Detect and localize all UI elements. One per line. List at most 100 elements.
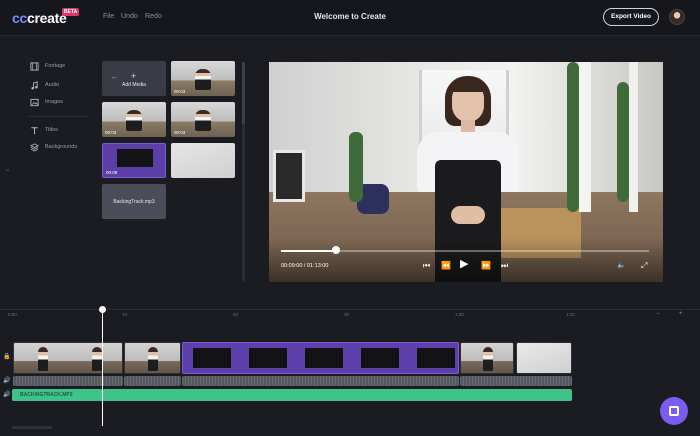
sidebar-item-label: Titles <box>45 127 58 133</box>
video-preview[interactable]: 00:09:00 / 01:13:00 ⏮ ⏪ ▶ ⏩ ⏭ 🔈 ⤢ <box>269 62 663 282</box>
layers-icon <box>30 142 39 152</box>
presenter-bangs <box>449 80 487 92</box>
logo-text: create <box>26 10 67 26</box>
presenter-hands <box>451 206 485 224</box>
clip-frame-figure <box>92 347 102 371</box>
logo-prefix: cc <box>12 10 27 26</box>
media-tile-video-3[interactable]: 00:03 <box>171 102 235 137</box>
speaker-icon[interactable]: 🔊 <box>3 377 10 384</box>
audio-track-label: BACKINGTRACK.MP3 <box>20 392 73 398</box>
media-tile-video-1[interactable]: 00:03 <box>171 61 235 96</box>
menu-redo[interactable]: Redo <box>145 13 162 20</box>
sidebar-item-label: Images <box>45 99 64 105</box>
tile-duration: 00:03 <box>174 130 186 135</box>
tile-duration: 00:03 <box>105 130 117 135</box>
thumbnail-figure <box>195 68 211 90</box>
text-icon <box>30 126 39 135</box>
media-tile-video-2[interactable]: 00:03 <box>102 102 166 137</box>
playhead[interactable] <box>102 310 103 426</box>
top-bar: cccreate BETA File Undo Redo Welcome to … <box>0 0 700 36</box>
scene-plant <box>349 132 363 202</box>
app-logo[interactable]: cccreate <box>12 10 67 26</box>
skip-start-icon[interactable]: ⏮ <box>423 261 430 271</box>
music-note-icon <box>30 80 39 90</box>
menu-undo[interactable]: Undo <box>121 13 138 20</box>
beta-badge: BETA <box>62 8 80 16</box>
media-tile-title[interactable]: 00:08 <box>102 143 166 178</box>
collapse-sidebar-icon[interactable]: « <box>6 168 9 174</box>
ruler-tick: 30 <box>344 312 350 317</box>
tile-duration: 00:08 <box>106 170 118 175</box>
film-icon <box>30 61 39 71</box>
sidebar-item-images[interactable]: Images <box>30 96 63 108</box>
add-media-button[interactable]: ← + Add Media <box>102 61 166 96</box>
title-preview <box>117 149 153 167</box>
ruler-tick: 1:00 <box>455 312 464 317</box>
title-frame <box>361 348 399 368</box>
title-frame <box>193 348 231 368</box>
timeline-scrollbar[interactable] <box>12 426 52 429</box>
title-frame <box>417 348 455 368</box>
sidebar-item-label: Backgrounds <box>45 144 78 150</box>
scene-plant <box>617 82 629 202</box>
timeline-clip-video[interactable] <box>13 342 123 374</box>
thumbnail-figure <box>195 109 211 131</box>
rewind-icon[interactable]: ⏪ <box>441 261 451 271</box>
add-media-label: Add Media <box>122 82 146 88</box>
chat-support-button[interactable] <box>660 397 688 425</box>
scene-pillar <box>629 62 638 212</box>
fast-forward-icon[interactable]: ⏩ <box>481 261 491 271</box>
sidebar-item-label: Footage <box>45 63 66 69</box>
sidebar-item-titles[interactable]: Titles <box>30 124 58 136</box>
clip-frame-figure <box>483 347 493 371</box>
thumbnail-figure <box>126 109 142 131</box>
ruler-tick: 10 <box>122 312 128 317</box>
scene-picture-frame <box>273 150 305 202</box>
avatar[interactable] <box>669 9 685 25</box>
sidebar-item-label: Audio <box>45 82 60 88</box>
media-scrollbar[interactable] <box>242 62 245 282</box>
clip-audio-waveform[interactable] <box>124 376 181 386</box>
media-tile-audio[interactable]: BackingTrack.mp3 <box>102 184 166 219</box>
timeline-clip-video[interactable] <box>460 342 514 374</box>
scene-plant <box>567 62 579 212</box>
clip-audio-waveform[interactable] <box>460 376 572 386</box>
menu-file[interactable]: File <box>103 13 114 20</box>
plus-icon: + <box>131 71 137 81</box>
scene-pillar <box>579 62 591 212</box>
ruler-tick: 1:10 <box>566 312 575 317</box>
speaker-icon[interactable]: 🔊 <box>3 391 10 398</box>
clip-frame-figure <box>38 347 48 371</box>
title-frame <box>249 348 287 368</box>
fullscreen-icon[interactable]: ⤢ <box>641 261 647 271</box>
tile-duration: 00:03 <box>174 89 186 94</box>
timeline-clip-image[interactable] <box>516 342 572 374</box>
timeline-audio-track[interactable]: BACKINGTRACK.MP3 <box>12 389 572 401</box>
export-video-button[interactable]: Export Video <box>603 8 659 26</box>
timeline-clip-title[interactable] <box>182 342 459 374</box>
sidebar-divider <box>28 116 88 117</box>
sidebar-item-backgrounds[interactable]: Backgrounds <box>30 141 77 153</box>
media-tile-image[interactable] <box>171 143 235 178</box>
volume-icon[interactable]: 🔈 <box>617 261 626 271</box>
play-icon[interactable]: ▶ <box>460 259 468 270</box>
clip-audio-waveform[interactable] <box>182 376 459 386</box>
scrollbar-thumb[interactable] <box>242 62 245 124</box>
playhead-handle[interactable] <box>99 306 106 313</box>
zoom-out-button[interactable]: − <box>656 311 660 317</box>
ruler-tick: 0:00 <box>8 312 17 317</box>
timeline-clip-video[interactable] <box>124 342 181 374</box>
clip-audio-waveform[interactable] <box>13 376 123 386</box>
lock-icon[interactable]: 🔒 <box>3 353 10 360</box>
chat-icon <box>669 406 679 416</box>
image-icon <box>30 98 39 107</box>
player-time: 00:09:00 / 01:13:00 <box>281 263 329 269</box>
skip-end-icon[interactable]: ⏭ <box>501 261 508 271</box>
ruler-tick: 20 <box>233 312 239 317</box>
clip-frame-figure <box>148 347 158 371</box>
sidebar-item-footage[interactable]: Footage <box>30 60 65 72</box>
sidebar-item-audio[interactable]: Audio <box>30 79 59 91</box>
seek-bar-fill <box>281 250 337 252</box>
audio-file-name: BackingTrack.mp3 <box>113 199 155 205</box>
zoom-in-button[interactable]: + <box>679 311 683 317</box>
